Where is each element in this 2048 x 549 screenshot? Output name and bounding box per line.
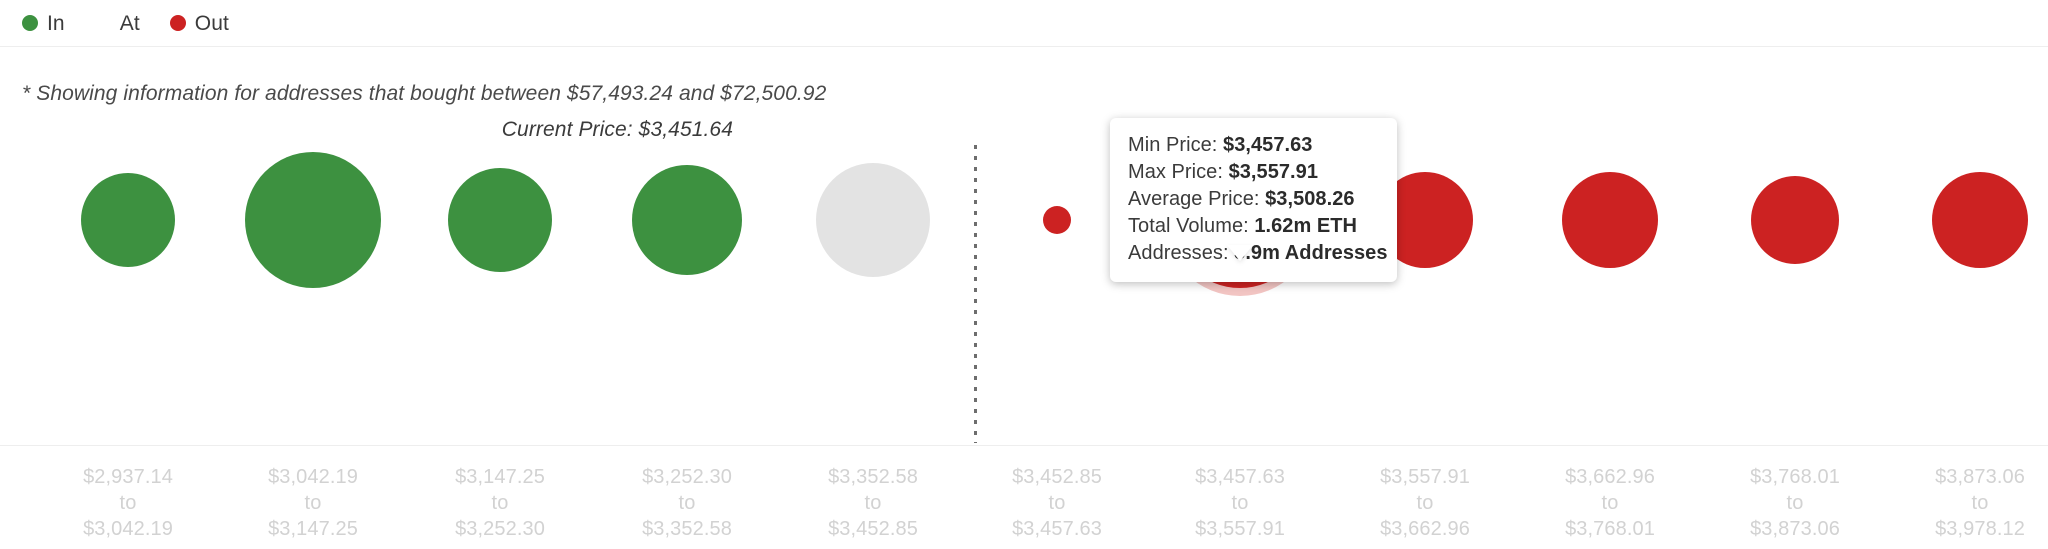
x-axis-tick-range-start: $3,662.96 <box>1565 466 1655 488</box>
legend-label-in: In <box>47 11 65 35</box>
x-axis-tick-range-end: $3,557.91 <box>1195 518 1285 540</box>
x-axis-tick-separator: to <box>119 492 137 514</box>
x-axis-tick-range-end: $3,252.30 <box>455 518 545 540</box>
bubble-out-9[interactable] <box>1751 176 1839 264</box>
x-axis-tick-0: $2,937.14 to $3,042.19 <box>83 464 173 542</box>
tooltip-key-max-price: Max Price: <box>1128 161 1229 183</box>
legend-item-in[interactable]: In <box>22 13 65 34</box>
x-axis-tick-range-start: $2,937.14 <box>83 466 173 488</box>
legend-dot-in-icon <box>22 15 38 31</box>
x-axis-tick-range-start: $3,352.58 <box>828 466 918 488</box>
x-axis-tick-separator: to <box>678 492 696 514</box>
tooltip-value-total-volume: 1.62m ETH <box>1254 215 1358 237</box>
legend-label-out: Out <box>194 11 229 35</box>
bubble-in-0[interactable] <box>81 173 175 267</box>
bubble-in-2[interactable] <box>448 168 552 272</box>
tooltip-row-max-price: Max Price: $3,557.91 <box>1128 159 1379 186</box>
tooltip-row-total-volume: Total Volume: 1.62m ETH <box>1128 213 1379 240</box>
x-axis-tick-range-start: $3,557.91 <box>1380 466 1470 488</box>
legend-label-at: At <box>119 11 140 35</box>
x-axis-tick-4: $3,352.58 to $3,452.85 <box>828 464 918 542</box>
x-axis-tick-range-start: $3,768.01 <box>1750 466 1840 488</box>
legend-dot-at-icon <box>94 15 111 31</box>
x-axis-tick-range-start: $3,042.19 <box>268 466 358 488</box>
x-axis-tick-3: $3,252.30 to $3,352.58 <box>642 464 732 542</box>
x-axis-tick-range-end: $3,147.25 <box>268 518 358 540</box>
x-axis: $2,937.14 to $3,042.19 $3,042.19 to $3,147.25… <box>0 445 2048 549</box>
tooltip-key-min-price: Min Price: <box>1128 134 1224 156</box>
x-axis-tick-separator: to <box>864 492 882 514</box>
x-axis-tick-separator: to <box>304 492 322 514</box>
x-axis-tick-range-end: $3,457.63 <box>1012 518 1102 540</box>
current-price-label: Current Price: $3,451.64 <box>501 118 733 141</box>
bubble-out-5[interactable] <box>1043 206 1071 234</box>
bubble-in-3[interactable] <box>632 165 742 275</box>
bubble-out-8[interactable] <box>1562 172 1658 268</box>
current-price-divider-line <box>974 145 977 443</box>
tooltip-value-min-price: $3,457.63 <box>1223 134 1313 156</box>
bubble-at-4[interactable] <box>816 163 930 277</box>
x-axis-tick-range-start: $3,457.63 <box>1195 466 1285 488</box>
tooltip-value-max-price: $3,557.91 <box>1228 161 1319 183</box>
bubble-tooltip: Min Price: $3,457.63 Max Price: $3,557.9… <box>1110 118 1397 282</box>
tooltip-row-min-price: Min Price: $3,457.63 <box>1128 132 1379 159</box>
x-axis-tick-separator: to <box>1971 492 1989 514</box>
bubble-out-10[interactable] <box>1932 172 2028 268</box>
tooltip-key-total-volume: Total Volume: <box>1128 215 1255 237</box>
x-axis-tick-separator: to <box>1601 492 1619 514</box>
tooltip-key-average-price: Average Price: <box>1128 188 1266 210</box>
legend-item-out[interactable]: Out <box>169 11 229 35</box>
legend-dot-out-icon <box>169 15 186 31</box>
x-axis-tick-range-end: $3,873.06 <box>1750 518 1840 540</box>
tooltip-value-addresses: 3.9m Addresses <box>1234 242 1388 264</box>
x-axis-tick-separator: to <box>491 492 509 514</box>
tooltip-row-average-price: Average Price: $3,508.26 <box>1128 186 1379 213</box>
x-axis-tick-range-end: $3,452.85 <box>828 518 918 540</box>
plot-area <box>0 140 2048 445</box>
x-axis-tick-separator: to <box>1231 492 1249 514</box>
tooltip-value-average-price: $3,508.26 <box>1265 188 1355 210</box>
x-axis-tick-range-start: $3,252.30 <box>642 466 732 488</box>
chart-legend: In At Out <box>0 0 2048 47</box>
x-axis-tick-1: $3,042.19 to $3,147.25 <box>268 464 358 542</box>
x-axis-tick-8: $3,662.96 to $3,768.01 <box>1565 464 1655 542</box>
chart-note: * Showing information for addresses that… <box>22 82 827 105</box>
x-axis-tick-6: $3,457.63 to $3,557.91 <box>1195 464 1285 542</box>
bubble-in-1[interactable] <box>245 152 381 288</box>
x-axis-tick-separator: to <box>1048 492 1066 514</box>
x-axis-tick-range-end: $3,978.12 <box>1935 518 2025 540</box>
tooltip-arrow-icon <box>1227 245 1253 261</box>
x-axis-tick-separator: to <box>1786 492 1804 514</box>
bubble-chart: In At Out * Showing information for addr… <box>0 0 2048 549</box>
tooltip-key-addresses: Addresses: <box>1128 242 1235 264</box>
tooltip-row-addresses: Addresses: 3.9m Addresses <box>1128 240 1387 267</box>
legend-item-at[interactable]: At <box>94 11 140 35</box>
x-axis-tick-range-end: $3,042.19 <box>83 518 173 540</box>
x-axis-tick-range-end: $3,662.96 <box>1380 518 1470 540</box>
x-axis-tick-10: $3,873.06 to $3,978.12 <box>1935 464 2025 542</box>
x-axis-tick-range-start: $3,873.06 <box>1935 466 2025 488</box>
x-axis-tick-separator: to <box>1416 492 1434 514</box>
x-axis-tick-5: $3,452.85 to $3,457.63 <box>1012 464 1102 542</box>
x-axis-tick-range-end: $3,352.58 <box>642 518 732 540</box>
x-axis-tick-range-start: $3,452.85 <box>1012 466 1102 488</box>
x-axis-tick-7: $3,557.91 to $3,662.96 <box>1380 464 1470 542</box>
x-axis-tick-9: $3,768.01 to $3,873.06 <box>1750 464 1840 542</box>
x-axis-tick-range-start: $3,147.25 <box>455 466 545 488</box>
x-axis-tick-range-end: $3,768.01 <box>1565 518 1655 540</box>
x-axis-tick-2: $3,147.25 to $3,252.30 <box>455 464 545 542</box>
